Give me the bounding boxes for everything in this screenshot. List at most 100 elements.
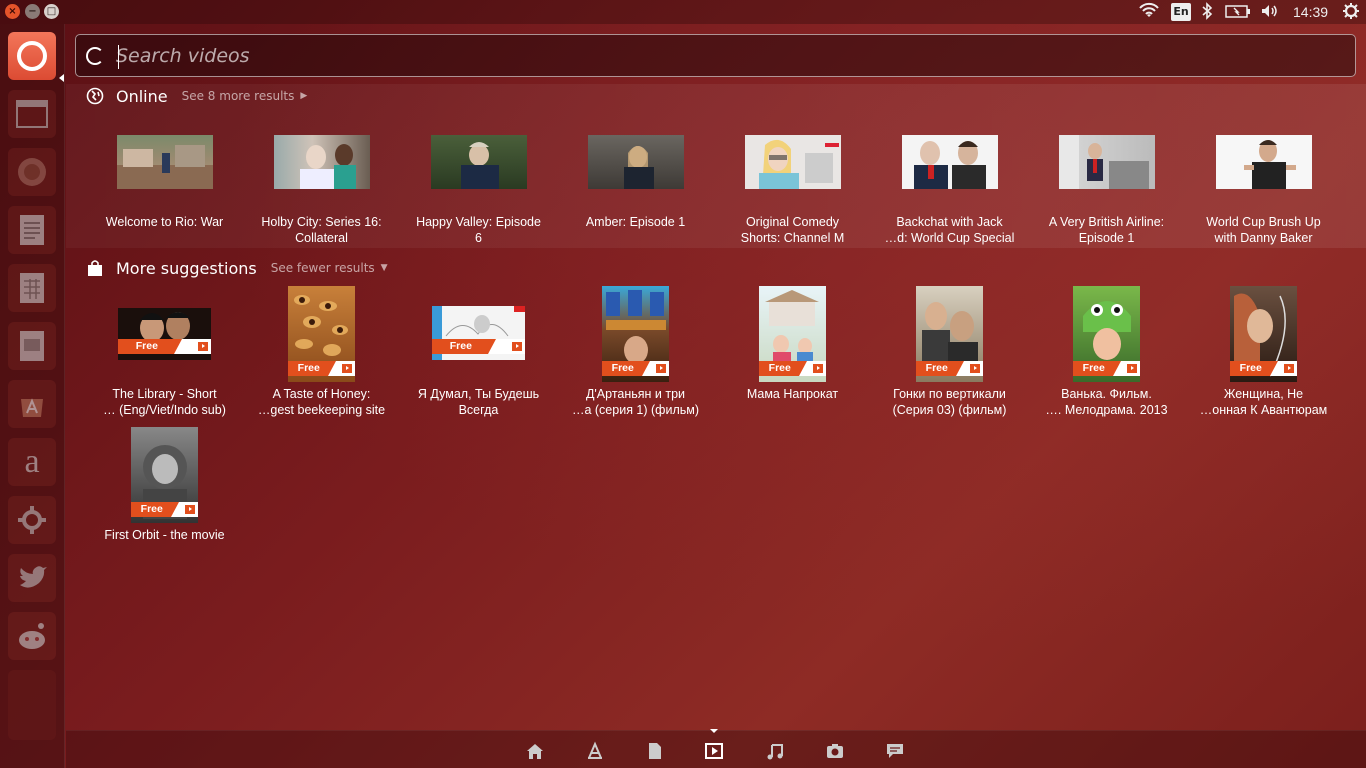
suggestions-category-header[interactable]: More suggestions See fewer results ▼	[86, 256, 388, 280]
bluetooth-icon[interactable]	[1200, 2, 1214, 22]
tile-label: The Library - Short … (Eng/Viet/Indo sub…	[103, 387, 226, 417]
suggestion-tile[interactable]: Free Мама Напрокат	[714, 284, 871, 424]
suggestion-tile[interactable]: Free Д'Артаньян и три …а (серия 1) (филь…	[557, 284, 714, 424]
suggestion-tile[interactable]: Free Я Думал, Ты Будешь Всегда	[400, 284, 557, 424]
globe-icon	[86, 87, 104, 105]
writer-icon[interactable]	[8, 206, 56, 254]
suggestion-tile[interactable]: Free A Taste of Honey: …gest beekeeping …	[243, 284, 400, 424]
play-icon	[1281, 361, 1297, 376]
online-result-tile[interactable]: Amber: Episode 1	[557, 130, 714, 250]
online-result-tile[interactable]: World Cup Brush Up with Danny Baker	[1185, 130, 1342, 250]
play-icon	[509, 339, 525, 354]
photo-lens-icon[interactable]	[825, 741, 845, 761]
free-badge: Free	[602, 361, 669, 376]
video-thumbnail	[431, 135, 527, 189]
suggestion-tile[interactable]: Free First Orbit - the movie	[86, 425, 243, 545]
tile-label: Женщина, Не …онная К Авантюрам	[1199, 387, 1328, 417]
video-poster: Free	[602, 286, 669, 382]
tile-label: Д'Артаньян и три …а (серия 1) (фильм)	[571, 387, 700, 417]
tile-label: A Very British Airline: Episode 1	[1048, 215, 1165, 245]
tile-label: Гонки по вертикали (Серия 03) (фильм)	[892, 387, 1007, 417]
tile-label: World Cup Brush Up with Danny Baker	[1206, 215, 1321, 245]
video-thumbnail	[117, 135, 213, 189]
video-poster: Free	[759, 286, 826, 382]
see-more-results-link[interactable]: See 8 more results	[182, 89, 295, 103]
text-caret	[118, 45, 119, 69]
system-settings-icon[interactable]	[8, 496, 56, 544]
close-window-button[interactable]: ×	[5, 4, 20, 19]
online-result-tile[interactable]: Welcome to Rio: War	[86, 130, 243, 250]
tile-label: Happy Valley: Episode 6	[416, 215, 541, 245]
active-launcher-arrow	[59, 74, 64, 82]
play-icon	[339, 361, 355, 376]
suggestion-tile[interactable]: Free Женщина, Не …онная К Авантюрам	[1185, 284, 1342, 424]
free-badge: Free	[1073, 361, 1140, 376]
online-result-tile[interactable]: A Very British Airline: Episode 1	[1028, 130, 1185, 250]
session-gear-icon[interactable]	[1342, 2, 1360, 22]
minimize-window-button[interactable]: −	[25, 4, 40, 19]
tile-label: Original Comedy Shorts: Channel M	[740, 215, 845, 245]
twitter-icon[interactable]	[8, 554, 56, 602]
top-panel: × − □ En 14:39	[0, 0, 1366, 24]
battery-icon[interactable]	[1225, 2, 1251, 22]
free-badge: Free	[1230, 361, 1297, 376]
calc-icon[interactable]	[8, 264, 56, 312]
launcher-overflow-stack[interactable]	[8, 670, 56, 740]
video-poster: Free	[118, 308, 211, 360]
active-lens-indicator	[710, 729, 718, 733]
online-result-tile[interactable]: Original Comedy Shorts: Channel M	[714, 130, 871, 250]
play-icon	[195, 339, 211, 354]
online-result-tile[interactable]: Happy Valley: Episode 6	[400, 130, 557, 250]
clock[interactable]: 14:39	[1293, 2, 1328, 22]
suggestion-tile[interactable]: ~~ Free Гонки по вертикали (Серия 03) (ф…	[871, 284, 1028, 424]
tile-label: Ванька. Фильм. …. Мелодрама. 2013	[1045, 387, 1168, 417]
suggestion-tile[interactable]: Free The Library - Short … (Eng/Viet/Ind…	[86, 284, 243, 424]
volume-icon[interactable]	[1260, 2, 1280, 22]
applications-lens-icon[interactable]	[585, 741, 605, 761]
music-lens-icon[interactable]	[765, 741, 785, 761]
free-badge: Free	[759, 361, 826, 376]
video-poster: Free	[1073, 286, 1140, 382]
video-thumbnail	[1216, 135, 1312, 189]
files-icon[interactable]	[8, 90, 56, 138]
home-lens-icon[interactable]	[525, 741, 545, 761]
video-thumbnail	[745, 135, 841, 189]
shopping-bag-icon	[86, 259, 104, 277]
suggestions-category-title: More suggestions	[116, 258, 257, 278]
social-lens-icon[interactable]	[885, 741, 905, 761]
online-category-header[interactable]: Online See 8 more results ▶	[86, 84, 307, 108]
keyboard-icon[interactable]: En	[1171, 3, 1191, 21]
tile-label: Holby City: Series 16: Collateral	[261, 215, 382, 245]
suggestion-tile[interactable]: Free Ванька. Фильм. …. Мелодрама. 2013	[1028, 284, 1185, 424]
reddit-icon[interactable]	[8, 612, 56, 660]
maximize-window-button[interactable]: □	[44, 4, 59, 19]
search-bar[interactable]	[75, 34, 1356, 77]
impress-icon[interactable]	[8, 322, 56, 370]
video-lens-icon[interactable]	[704, 741, 724, 761]
video-poster: ~~ Free	[916, 286, 983, 382]
play-icon	[967, 361, 983, 376]
play-icon	[1124, 361, 1140, 376]
play-icon	[810, 361, 826, 376]
video-poster: Free	[288, 286, 355, 382]
firefox-icon[interactable]	[8, 148, 56, 196]
wifi-icon[interactable]	[1139, 2, 1159, 22]
amazon-icon[interactable]: a	[8, 438, 56, 486]
free-badge: Free	[432, 339, 525, 354]
free-badge: Free	[916, 361, 983, 376]
chevron-right-icon: ▶	[300, 91, 308, 101]
software-center-icon[interactable]	[8, 380, 56, 428]
online-result-tile[interactable]: Holby City: Series 16: Collateral	[243, 130, 400, 250]
video-poster: Free	[131, 427, 198, 523]
free-badge: Free	[288, 361, 355, 376]
files-lens-icon[interactable]	[645, 741, 665, 761]
dash-icon[interactable]	[8, 32, 56, 80]
spinner-icon	[86, 47, 104, 65]
play-icon	[182, 502, 198, 517]
see-fewer-results-link[interactable]: See fewer results	[271, 261, 375, 275]
video-thumbnail	[902, 135, 998, 189]
launcher: a	[0, 24, 65, 768]
search-input[interactable]	[116, 41, 1316, 71]
online-result-tile[interactable]: Backchat with Jack …d: World Cup Special	[871, 130, 1028, 250]
video-poster: Free	[1230, 286, 1297, 382]
